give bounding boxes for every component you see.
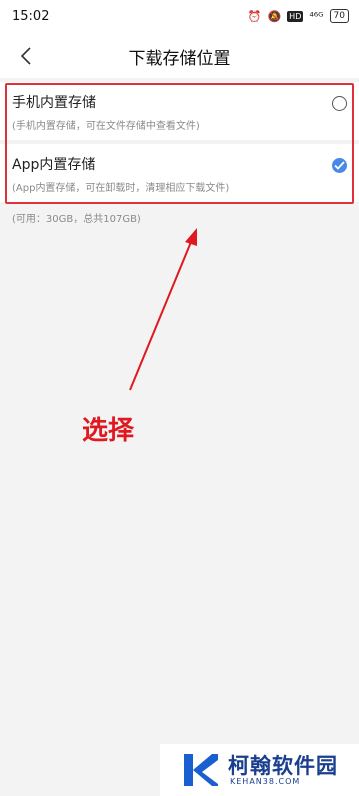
option-description: (App内置存储，可在卸载时，清理相应下载文件) bbox=[12, 183, 230, 194]
watermark: 柯翰软件园 KEHAN38.COM bbox=[160, 744, 359, 796]
status-icons: ⏰ 🔕 HD ⁴⁶ᴳ 70 bbox=[248, 9, 349, 23]
hd-icon: HD bbox=[287, 10, 304, 22]
alarm-icon: ⏰ bbox=[247, 9, 262, 23]
battery-icon: 70 bbox=[329, 9, 349, 23]
annotation-label: 选择 bbox=[82, 416, 135, 446]
option-description: (手机内置存储，可在文件存储中查看文件) bbox=[12, 121, 200, 132]
mute-icon: 🔕 bbox=[267, 9, 282, 23]
radio-checked-icon[interactable] bbox=[332, 158, 347, 173]
radio-unchecked-icon[interactable] bbox=[332, 96, 347, 111]
watermark-name: 柯翰软件园 bbox=[228, 754, 338, 778]
status-time: 15:02 bbox=[12, 9, 50, 24]
option-phone-storage[interactable]: 手机内置存储 (手机内置存储，可在文件存储中查看文件) bbox=[0, 82, 359, 140]
watermark-url: KEHAN38.COM bbox=[230, 777, 301, 786]
signal-icon: ⁴⁶ᴳ bbox=[309, 9, 324, 23]
kehan-logo-icon bbox=[184, 754, 218, 786]
page-header: 下载存储位置 bbox=[0, 34, 359, 78]
storage-options: 手机内置存储 (手机内置存储，可在文件存储中查看文件) App内置存储 (App… bbox=[0, 82, 359, 202]
status-bar: 15:02 ⏰ 🔕 HD ⁴⁶ᴳ 70 bbox=[0, 0, 359, 34]
option-title: 手机内置存储 bbox=[12, 95, 96, 111]
checkmark-icon bbox=[334, 161, 345, 170]
option-title: App内置存储 bbox=[12, 157, 96, 173]
option-app-storage[interactable]: App内置存储 (App内置存储，可在卸载时，清理相应下载文件) bbox=[0, 144, 359, 202]
page-title: 下载存储位置 bbox=[128, 49, 231, 69]
storage-info: (可用：30GB，总共107GB) bbox=[12, 214, 141, 225]
